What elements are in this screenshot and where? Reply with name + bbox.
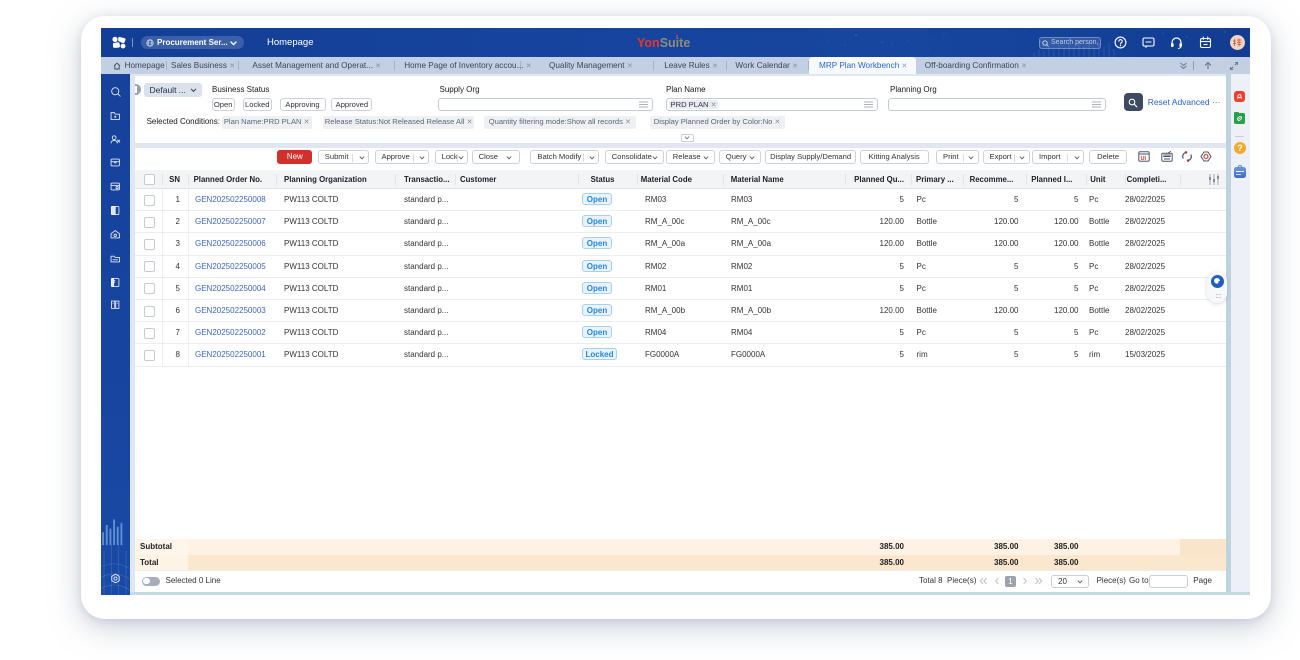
svg-text:UI: UI (1141, 156, 1147, 162)
